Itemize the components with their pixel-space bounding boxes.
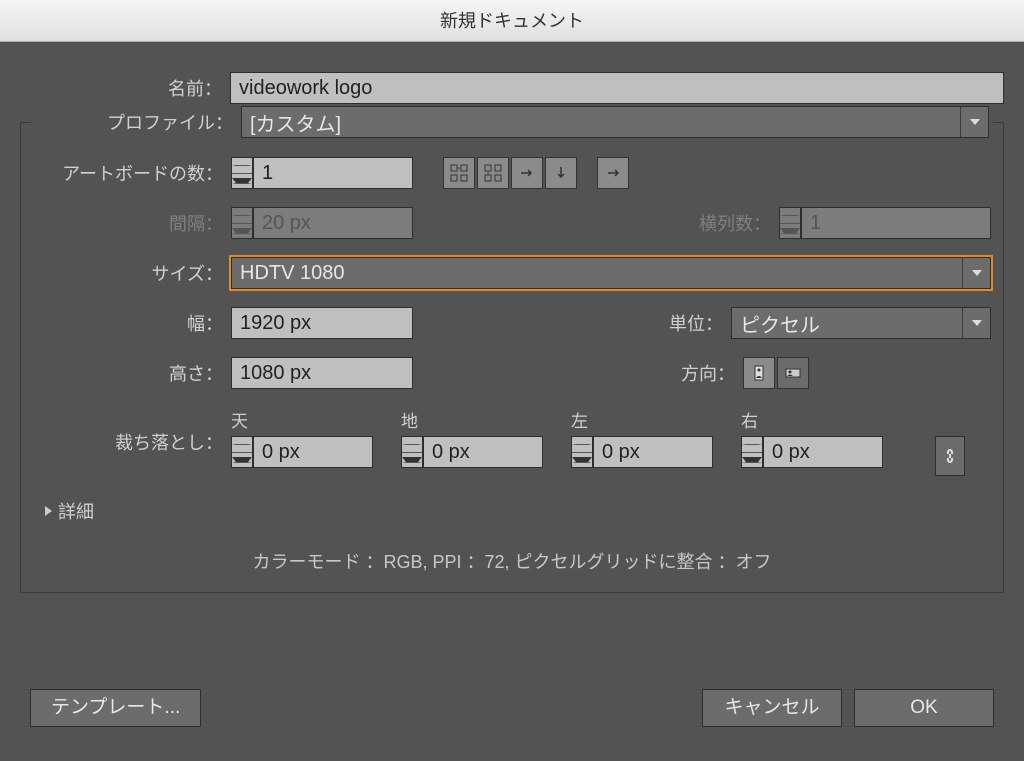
- spacing-label: 間隔：: [33, 210, 231, 236]
- height-input[interactable]: 1080 px: [231, 357, 413, 389]
- bleed-label: 裁ち落とし：: [33, 407, 231, 476]
- profile-label: プロファイル：: [35, 109, 241, 135]
- chevron-down-icon: [962, 258, 990, 288]
- bleed-right-input[interactable]: 0 px: [763, 436, 883, 468]
- artboards-input[interactable]: 1: [253, 157, 413, 189]
- artboards-label: アートボードの数：: [33, 160, 231, 186]
- spacing-input: 20 px: [253, 207, 413, 239]
- orientation-label: 方向：: [681, 360, 743, 386]
- bleed-left-stepper[interactable]: [571, 436, 593, 468]
- dialog-title: 新規ドキュメント: [0, 0, 1024, 42]
- artboards-stepper[interactable]: [231, 157, 253, 189]
- units-select[interactable]: ピクセル: [731, 307, 991, 339]
- advanced-toggle[interactable]: 詳細: [45, 498, 991, 524]
- grid-by-row-icon[interactable]: [443, 157, 475, 189]
- ok-button[interactable]: OK: [854, 689, 994, 727]
- profile-value: [カスタム]: [242, 108, 960, 137]
- template-button[interactable]: テンプレート...: [30, 689, 201, 727]
- chevron-down-icon: [960, 107, 988, 137]
- bleed-right-label: 右: [741, 407, 911, 432]
- summary-text: カラーモード ：RGB, PPI ：72, ピクセルグリッドに整合 ：オフ: [33, 548, 991, 574]
- triangle-right-icon: [45, 506, 52, 516]
- name-label: 名前：: [20, 75, 230, 101]
- spacing-stepper: [231, 207, 253, 239]
- columns-stepper: [779, 207, 801, 239]
- name-input[interactable]: videowork logo: [230, 72, 1004, 104]
- bleed-bottom-input[interactable]: 0 px: [423, 436, 543, 468]
- units-value: ピクセル: [732, 309, 962, 338]
- size-label: サイズ：: [33, 260, 231, 286]
- arrange-down-icon[interactable]: [545, 157, 577, 189]
- bleed-top-input[interactable]: 0 px: [253, 436, 373, 468]
- chevron-down-icon: [962, 308, 990, 338]
- orientation-portrait-icon[interactable]: [743, 357, 775, 389]
- columns-input: 1: [801, 207, 991, 239]
- width-input[interactable]: 1920 px: [231, 307, 413, 339]
- width-label: 幅：: [33, 310, 231, 336]
- bleed-bottom-label: 地: [401, 407, 571, 432]
- rtl-toggle-icon[interactable]: [597, 157, 629, 189]
- bleed-top-label: 天: [231, 407, 401, 432]
- bleed-left-input[interactable]: 0 px: [593, 436, 713, 468]
- cancel-button[interactable]: キャンセル: [702, 689, 842, 727]
- size-value: HDTV 1080: [232, 262, 962, 285]
- advanced-label: 詳細: [58, 498, 94, 524]
- columns-label: 横列数：: [699, 210, 779, 236]
- orientation-landscape-icon[interactable]: [777, 357, 809, 389]
- bleed-left-label: 左: [571, 407, 741, 432]
- units-label: 単位：: [669, 310, 731, 336]
- link-bleed-icon[interactable]: [935, 436, 965, 476]
- profile-select[interactable]: [カスタム]: [241, 106, 989, 138]
- arrange-right-icon[interactable]: [511, 157, 543, 189]
- height-label: 高さ：: [33, 360, 231, 386]
- size-select[interactable]: HDTV 1080: [231, 257, 991, 289]
- bleed-top-stepper[interactable]: [231, 436, 253, 468]
- grid-by-col-icon[interactable]: [477, 157, 509, 189]
- bleed-right-stepper[interactable]: [741, 436, 763, 468]
- bleed-bottom-stepper[interactable]: [401, 436, 423, 468]
